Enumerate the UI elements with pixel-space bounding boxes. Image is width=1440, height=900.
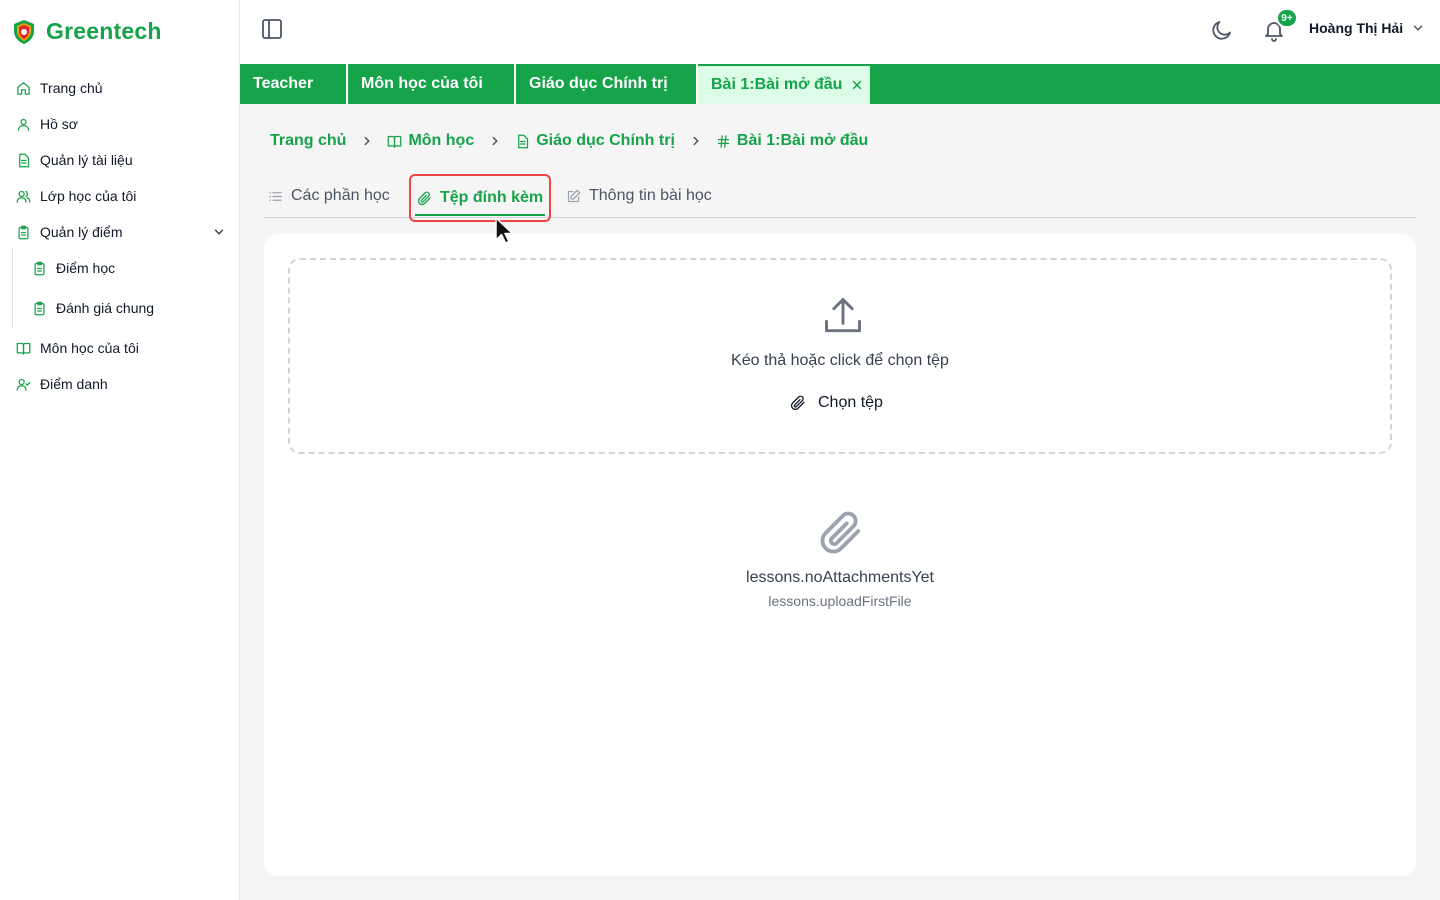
attachments-panel: Kéo thả hoặc click để chọn tệp Chọn tệp … <box>264 234 1416 876</box>
sidebar-item-my-classes[interactable]: Lớp học của tôi <box>16 186 226 206</box>
chevron-right-icon <box>488 134 502 148</box>
clipboard-icon <box>32 301 47 316</box>
breadcrumb-course[interactable]: Giáo dục Chính trị <box>515 132 675 150</box>
chevron-down-icon <box>1411 21 1425 35</box>
tab-label: Giáo dục Chính trị <box>529 75 668 92</box>
file-dropzone[interactable]: Kéo thả hoặc click để chọn tệp Chọn tệp <box>288 258 1392 454</box>
tab-label: Các phần học <box>291 187 390 204</box>
breadcrumb-label: Bài 1:Bài mở đầu <box>736 132 869 149</box>
clipboard-icon <box>16 225 31 240</box>
tab-label: Bài 1:Bài mở đầu <box>711 76 843 93</box>
tab-political-education[interactable]: Giáo dục Chính trị <box>516 64 698 104</box>
sidebar-item-label: Hồ sơ <box>40 116 78 132</box>
tab-lesson-sections[interactable]: Các phần học <box>268 174 390 218</box>
notification-badge: 9+ <box>1276 8 1298 28</box>
document-icon <box>515 134 530 149</box>
tab-attachments[interactable]: Tệp đính kèm <box>409 174 552 222</box>
book-icon <box>16 341 31 356</box>
breadcrumb-lesson[interactable]: Bài 1:Bài mở đầu <box>716 132 868 150</box>
tab-my-subjects[interactable]: Môn học của tôi <box>348 64 516 104</box>
sidebar-item-profile[interactable]: Hồ sơ <box>16 114 226 134</box>
sidebar-item-label: Quản lý điểm <box>40 224 123 240</box>
sidebar-item-my-subjects[interactable]: Môn học của tôi <box>16 338 226 358</box>
dark-mode-moon-icon[interactable] <box>1210 18 1234 42</box>
user-menu[interactable]: Hoàng Thị Hải <box>1309 20 1425 36</box>
list-icon <box>268 189 283 204</box>
upload-icon <box>821 294 865 338</box>
breadcrumb-home[interactable]: Trang chủ <box>270 132 346 150</box>
clipboard-icon <box>32 261 47 276</box>
users-icon <box>16 189 31 204</box>
chevron-down-icon[interactable] <box>212 225 226 239</box>
active-tab-underline <box>415 214 546 216</box>
paperclip-icon <box>818 510 864 556</box>
sidebar-item-grade-management[interactable]: Quản lý điểm <box>16 222 226 242</box>
hash-icon <box>716 134 731 149</box>
edit-icon <box>566 189 581 204</box>
submenu-guide-line <box>12 248 13 328</box>
breadcrumb: Trang chủ Môn học Giáo dục Chính trị Bài… <box>270 132 868 150</box>
breadcrumb-label: Giáo dục Chính trị <box>536 132 675 149</box>
chevron-right-icon <box>360 134 374 148</box>
tab-label: Môn học của tôi <box>361 75 483 92</box>
breadcrumb-label: Môn học <box>408 132 475 149</box>
paperclip-icon <box>417 191 432 206</box>
empty-state-subtitle: lessons.uploadFirstFile <box>768 593 912 609</box>
sidebar-item-attendance[interactable]: Điểm danh <box>16 374 226 394</box>
shield-logo-icon <box>12 19 36 45</box>
tab-teacher[interactable]: Teacher <box>240 64 348 104</box>
tab-lesson-1[interactable]: Bài 1:Bài mở đầu <box>698 64 870 104</box>
sidebar-item-label: Trang chủ <box>40 80 103 96</box>
tab-label: Teacher <box>253 75 314 92</box>
sidebar-toggle-icon[interactable] <box>260 17 284 41</box>
dropzone-hint: Kéo thả hoặc click để chọn tệp <box>731 352 949 369</box>
breadcrumb-subject[interactable]: Môn học <box>387 132 474 150</box>
top-header: 9+ Hoàng Thị Hải <box>240 0 1440 64</box>
brand-logo[interactable]: Greentech <box>12 18 162 45</box>
tab-label: Tệp đính kèm <box>440 189 544 206</box>
choose-file-label: Chọn tệp <box>818 394 883 411</box>
sidebar-item-home[interactable]: Trang chủ <box>16 78 226 98</box>
sidebar-item-label: Lớp học của tôi <box>40 188 137 204</box>
sidebar-item-documents[interactable]: Quản lý tài liệu <box>16 150 226 170</box>
brand-name: Greentech <box>46 18 162 44</box>
sidebar-item-label: Môn học của tôi <box>40 340 139 356</box>
lesson-tabs: Các phần học Tệp đính kèm Thông tin bài … <box>264 174 1416 222</box>
sidebar-item-general-evaluation[interactable]: Đánh giá chung <box>32 298 242 318</box>
sidebar: Greentech Trang chủ Hồ sơ Quản lý tài li… <box>0 0 240 900</box>
user-icon <box>16 117 31 132</box>
paperclip-icon <box>790 395 806 411</box>
choose-file-button[interactable]: Chọn tệp <box>790 394 883 412</box>
home-icon <box>16 81 31 96</box>
tab-label: Thông tin bài học <box>589 187 712 204</box>
sidebar-item-scores[interactable]: Điểm học <box>32 258 242 278</box>
document-icon <box>16 153 31 168</box>
mouse-cursor-icon <box>494 216 516 246</box>
sidebar-item-label: Đánh giá chung <box>56 300 155 316</box>
empty-state-title: lessons.noAttachmentsYet <box>746 569 934 586</box>
sidebar-item-label: Điểm danh <box>40 376 108 392</box>
close-icon[interactable] <box>850 78 864 92</box>
user-name: Hoàng Thị Hải <box>1309 20 1404 36</box>
user-check-icon <box>16 377 31 392</box>
sidebar-item-label: Quản lý tài liệu <box>40 152 133 168</box>
tab-lesson-info[interactable]: Thông tin bài học <box>566 174 712 218</box>
open-tabs-bar: Teacher Môn học của tôi Giáo dục Chính t… <box>240 64 1440 104</box>
breadcrumb-label: Trang chủ <box>270 132 347 149</box>
sidebar-item-label: Điểm học <box>56 260 116 276</box>
chevron-right-icon <box>689 134 703 148</box>
book-icon <box>387 134 402 149</box>
